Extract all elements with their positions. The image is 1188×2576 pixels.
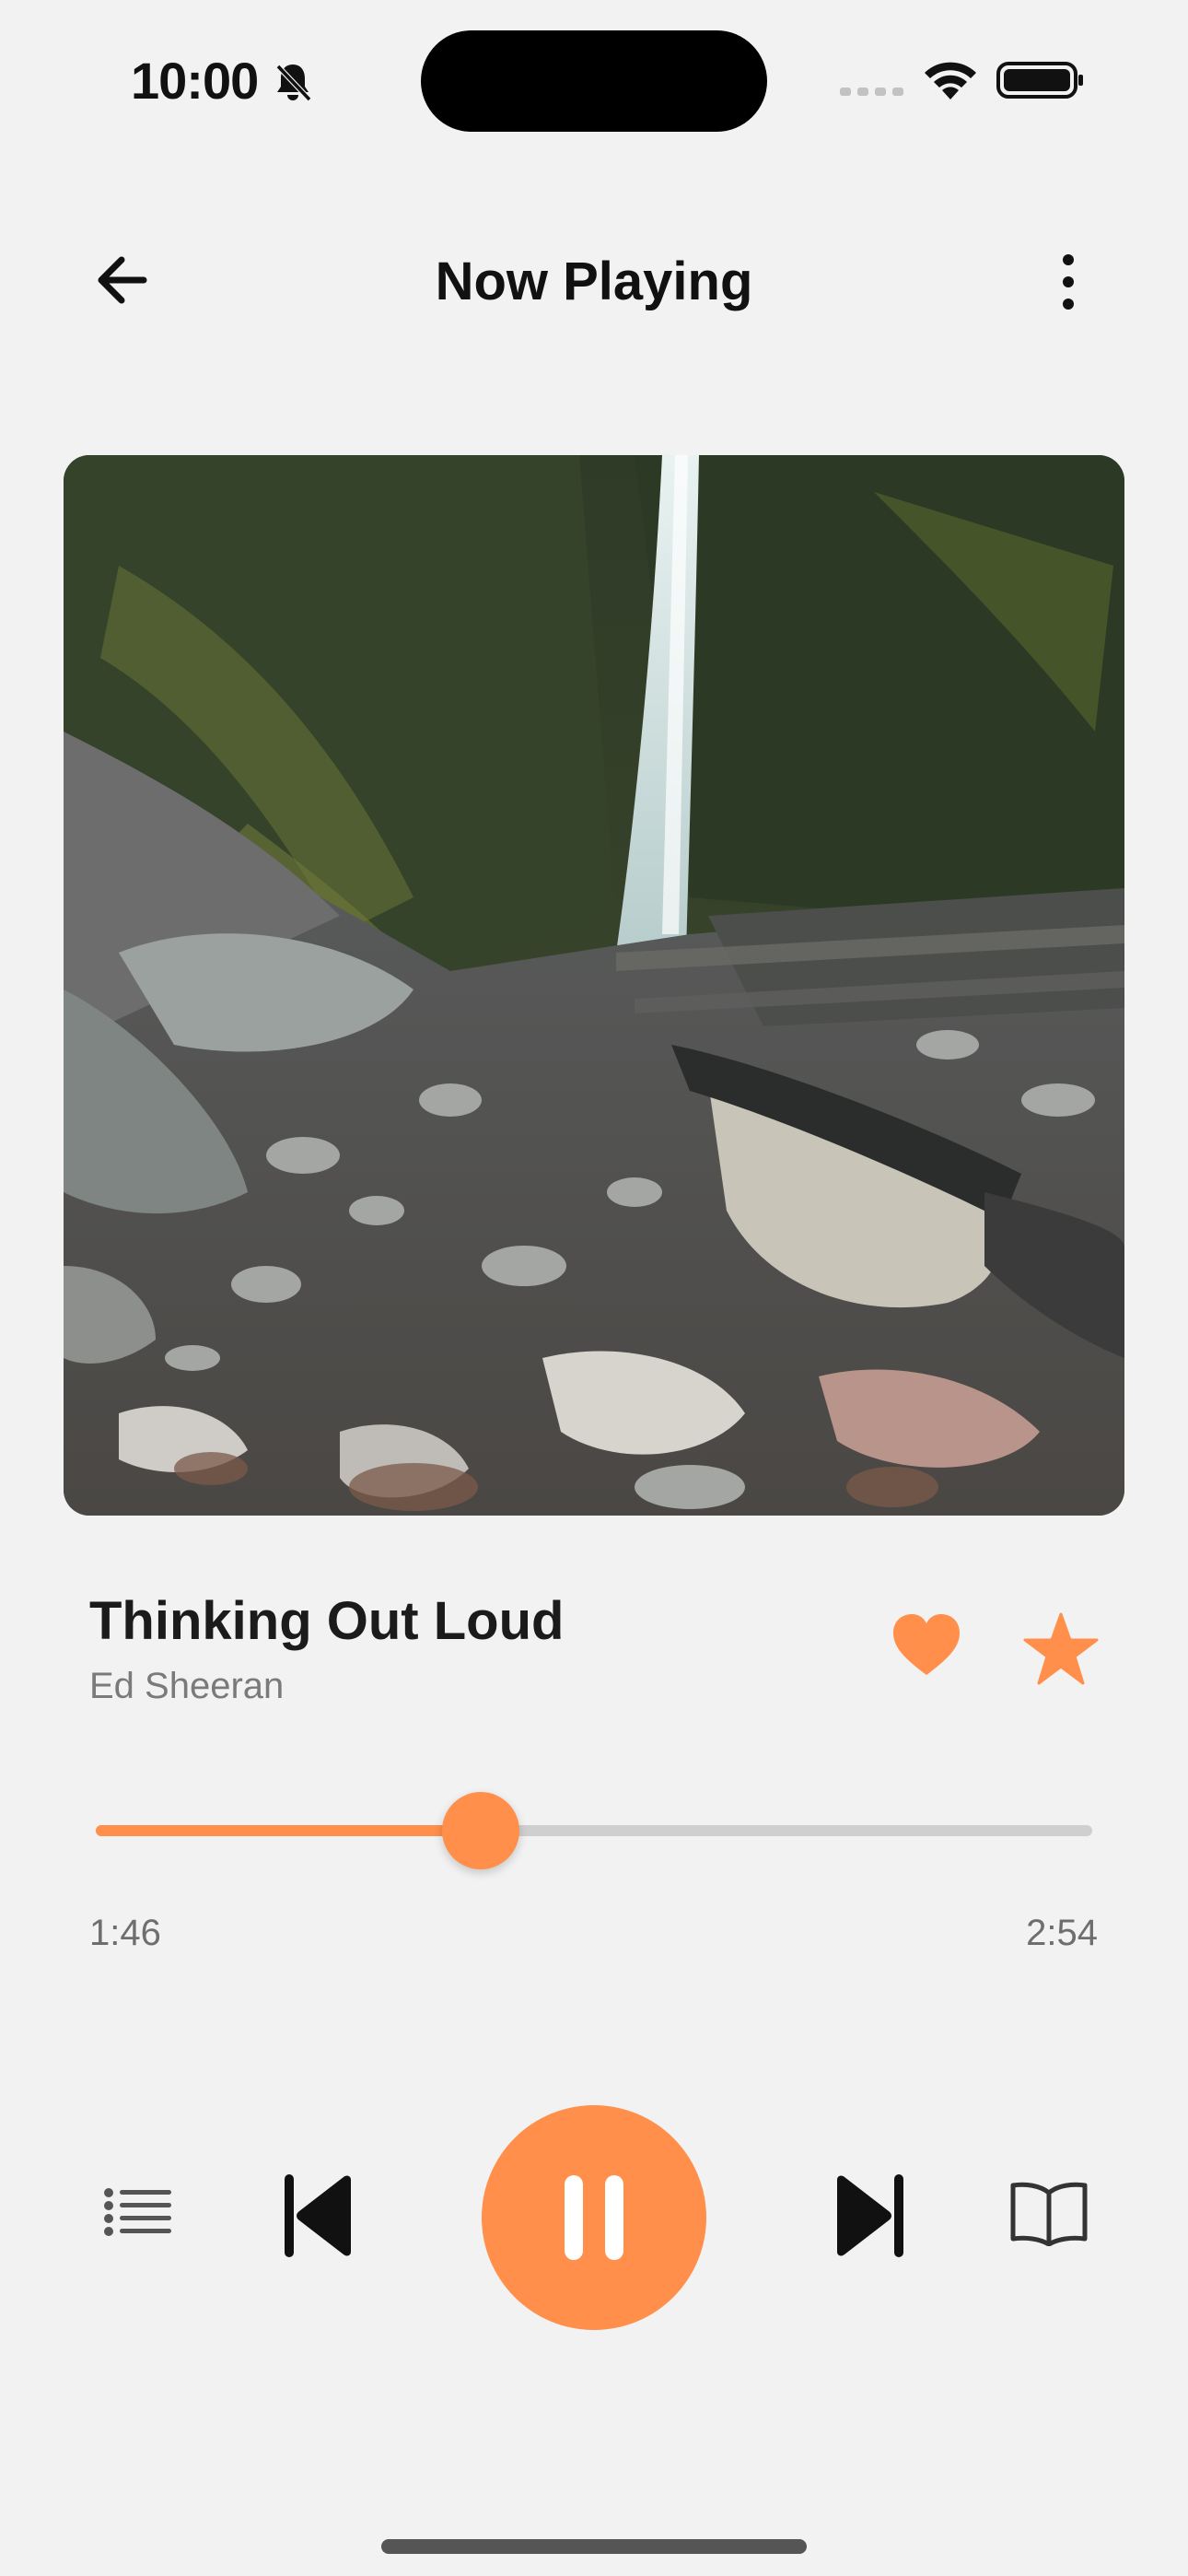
dynamic-island bbox=[421, 30, 767, 132]
arrow-left-icon bbox=[98, 256, 147, 304]
progress-fill bbox=[96, 1825, 481, 1836]
skip-next-icon bbox=[837, 2174, 903, 2257]
signal-icon bbox=[840, 88, 903, 96]
queue-button[interactable] bbox=[103, 2185, 173, 2241]
like-button[interactable] bbox=[890, 1609, 963, 1682]
next-button[interactable] bbox=[829, 2170, 912, 2262]
more-vertical-icon bbox=[1063, 254, 1074, 310]
battery-icon bbox=[996, 62, 1083, 99]
total-time: 2:54 bbox=[1026, 1913, 1098, 1953]
status-time: 10:00 bbox=[131, 52, 259, 110]
progress-thumb[interactable] bbox=[441, 1792, 519, 1869]
track-title: Thinking Out Loud bbox=[89, 1591, 565, 1651]
heart-icon bbox=[893, 1614, 960, 1675]
page-title: Now Playing bbox=[435, 252, 753, 311]
play-pause-button[interactable] bbox=[482, 2105, 706, 2330]
pause-icon bbox=[565, 2175, 623, 2260]
waterfall-photo bbox=[64, 455, 1124, 1516]
album-artwork bbox=[64, 455, 1124, 1516]
track-artist: Ed Sheeran bbox=[89, 1666, 285, 1706]
back-button[interactable] bbox=[88, 247, 155, 313]
elapsed-time: 1:46 bbox=[89, 1913, 161, 1953]
previous-button[interactable] bbox=[276, 2170, 359, 2262]
book-icon bbox=[1010, 2182, 1088, 2246]
wifi-icon bbox=[925, 62, 976, 100]
favorite-button[interactable] bbox=[1022, 1610, 1100, 1688]
queue-icon bbox=[104, 2188, 171, 2236]
bell-slash-icon bbox=[275, 64, 312, 102]
star-icon bbox=[1023, 1612, 1099, 1685]
more-menu-button[interactable] bbox=[1052, 249, 1085, 315]
lyrics-button[interactable] bbox=[1007, 2180, 1090, 2248]
home-indicator[interactable] bbox=[381, 2539, 807, 2554]
skip-previous-icon bbox=[285, 2174, 351, 2257]
progress-bar[interactable] bbox=[96, 1825, 1092, 1836]
now-playing-screen: 10:00 Now Playing Thinking Out Loud Ed S… bbox=[0, 0, 1188, 2576]
